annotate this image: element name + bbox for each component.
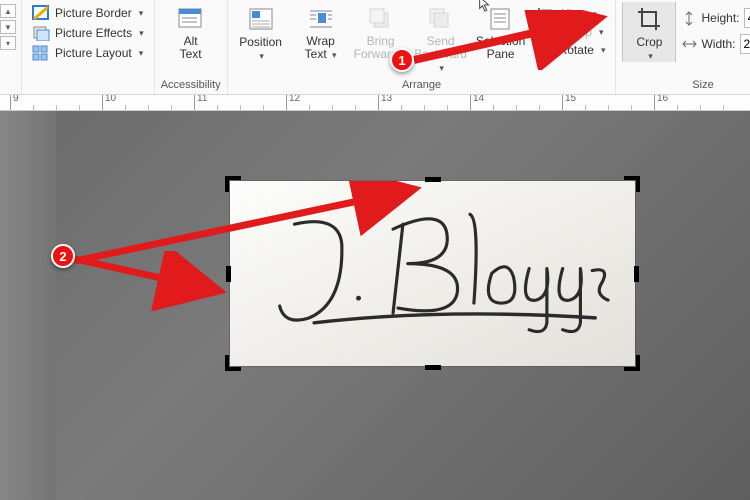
width-icon [682, 37, 697, 52]
style-gallery-spinner[interactable]: ▲ ▼ ▾ [0, 2, 18, 50]
document-canvas[interactable]: 2 [0, 111, 750, 500]
ribbon: ▲ ▼ ▾ Picture Border ▾ Picture Effects ▾ [0, 0, 750, 95]
crop-handle-right[interactable] [619, 263, 641, 285]
bring-forward-icon [367, 5, 395, 33]
height-label: Height: [701, 11, 739, 25]
arrange-group-label: Arrange [402, 77, 441, 94]
crop-icon [635, 5, 663, 33]
alt-text-button[interactable]: Alt Text [164, 2, 218, 61]
accessibility-group-label: Accessibility [161, 77, 221, 94]
wrap-text-icon [307, 5, 335, 33]
crop-handle-top-right[interactable] [619, 175, 641, 197]
ruler-mark: 11 [194, 95, 207, 110]
picture-layout-label: Picture Layout [55, 46, 132, 60]
ruler-mark: 14 [470, 95, 484, 110]
crop-button[interactable]: Crop ▾ [622, 2, 676, 62]
ruler-mark: 15 [562, 95, 576, 110]
position-icon [247, 5, 275, 33]
height-icon [682, 11, 697, 26]
width-label: Width: [701, 37, 735, 51]
position-button[interactable]: Position ▾ [234, 2, 288, 62]
chevron-down-icon: ▾ [259, 51, 264, 62]
crop-handle-bottom-left[interactable] [224, 350, 246, 372]
crop-label: Crop [636, 35, 662, 49]
chevron-down-icon: ▾ [332, 50, 337, 60]
crop-handle-bottom-right[interactable] [619, 350, 641, 372]
annotation-arrow-1 [408, 10, 618, 70]
annotation-marker-1: 1 [390, 48, 414, 72]
size-group-label: Size [692, 77, 713, 94]
ruler-mark: 16 [654, 95, 668, 110]
alt-text-label-1: Alt [184, 34, 198, 48]
width-input[interactable] [740, 34, 750, 54]
annotation-arrow-2b [70, 251, 270, 311]
page-edge [0, 111, 56, 500]
chevron-down-icon: ▾ [139, 28, 144, 39]
alt-text-icon [177, 5, 205, 33]
position-label: Position [239, 35, 282, 49]
picture-effects-label: Picture Effects [55, 26, 132, 40]
horizontal-ruler: 9 10 11 12 13 14 15 16 [0, 95, 750, 111]
ruler-mark: 9 [10, 95, 19, 110]
style-group-spacer [86, 77, 89, 94]
ruler-mark: 10 [102, 95, 116, 110]
ruler-mark: 13 [378, 95, 392, 110]
wrap-text-button[interactable]: WrapText ▾ [294, 2, 348, 62]
annotation-marker-2: 2 [51, 244, 75, 268]
height-input[interactable] [744, 8, 750, 28]
chevron-down-icon: ▾ [648, 51, 653, 62]
alt-text-label-2: Text [180, 47, 202, 61]
picture-border-button[interactable]: Picture Border ▾ [28, 4, 148, 22]
ruler-mark: 12 [286, 95, 300, 110]
chevron-down-icon: ▾ [139, 8, 144, 19]
picture-border-label: Picture Border [55, 6, 132, 20]
picture-layout-button[interactable]: Picture Layout ▾ [28, 44, 148, 62]
picture-effects-button[interactable]: Picture Effects ▾ [28, 24, 148, 42]
crop-handle-bottom[interactable] [422, 350, 444, 372]
chevron-down-icon: ▾ [139, 48, 144, 59]
